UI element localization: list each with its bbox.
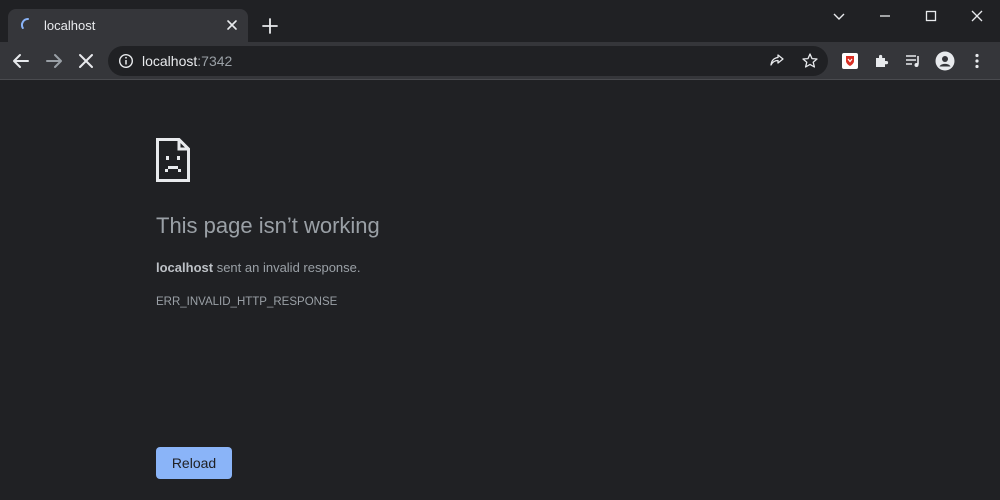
loading-spinner-icon [21, 18, 29, 29]
reload-button[interactable]: Reload [156, 447, 232, 479]
bookmark-star-icon[interactable] [801, 52, 819, 70]
url-host: localhost [142, 53, 198, 69]
forward-icon[interactable] [42, 49, 66, 73]
error-description: localhost sent an invalid response. [156, 260, 361, 275]
browser-tab[interactable]: localhost [8, 9, 248, 42]
extension-shield-icon[interactable] [840, 51, 860, 71]
close-tab-icon[interactable] [224, 17, 240, 33]
tab-title: localhost [44, 18, 96, 33]
share-icon[interactable] [768, 52, 786, 70]
extensions-puzzle-icon[interactable] [872, 51, 892, 71]
tab-search-icon[interactable] [827, 4, 851, 28]
more-menu-icon[interactable] [967, 51, 987, 71]
error-code: ERR_INVALID_HTTP_RESPONSE [156, 296, 338, 308]
error-heading: This page isn’t working [156, 213, 380, 238]
back-icon[interactable] [9, 49, 33, 73]
new-tab-icon[interactable] [259, 15, 281, 37]
close-window-icon[interactable] [965, 4, 989, 28]
media-queue-icon[interactable] [903, 51, 923, 71]
profile-avatar-icon[interactable] [935, 51, 955, 71]
address-url[interactable]: localhost:7342 [142, 53, 232, 69]
stop-loading-icon[interactable] [74, 49, 98, 73]
site-info-icon[interactable] [118, 53, 134, 69]
minimize-icon[interactable] [873, 4, 897, 28]
title-bar: localhost [0, 0, 1000, 42]
maximize-icon[interactable] [919, 4, 943, 28]
sad-page-icon [156, 138, 190, 182]
error-message: sent an invalid response. [213, 260, 361, 275]
address-bar[interactable]: localhost:7342 [108, 46, 828, 76]
toolbar: localhost:7342 [0, 42, 1000, 80]
page-content: This page isn’t working localhost sent a… [0, 80, 1000, 500]
url-port: :7342 [197, 53, 233, 69]
error-host: localhost [156, 260, 214, 275]
